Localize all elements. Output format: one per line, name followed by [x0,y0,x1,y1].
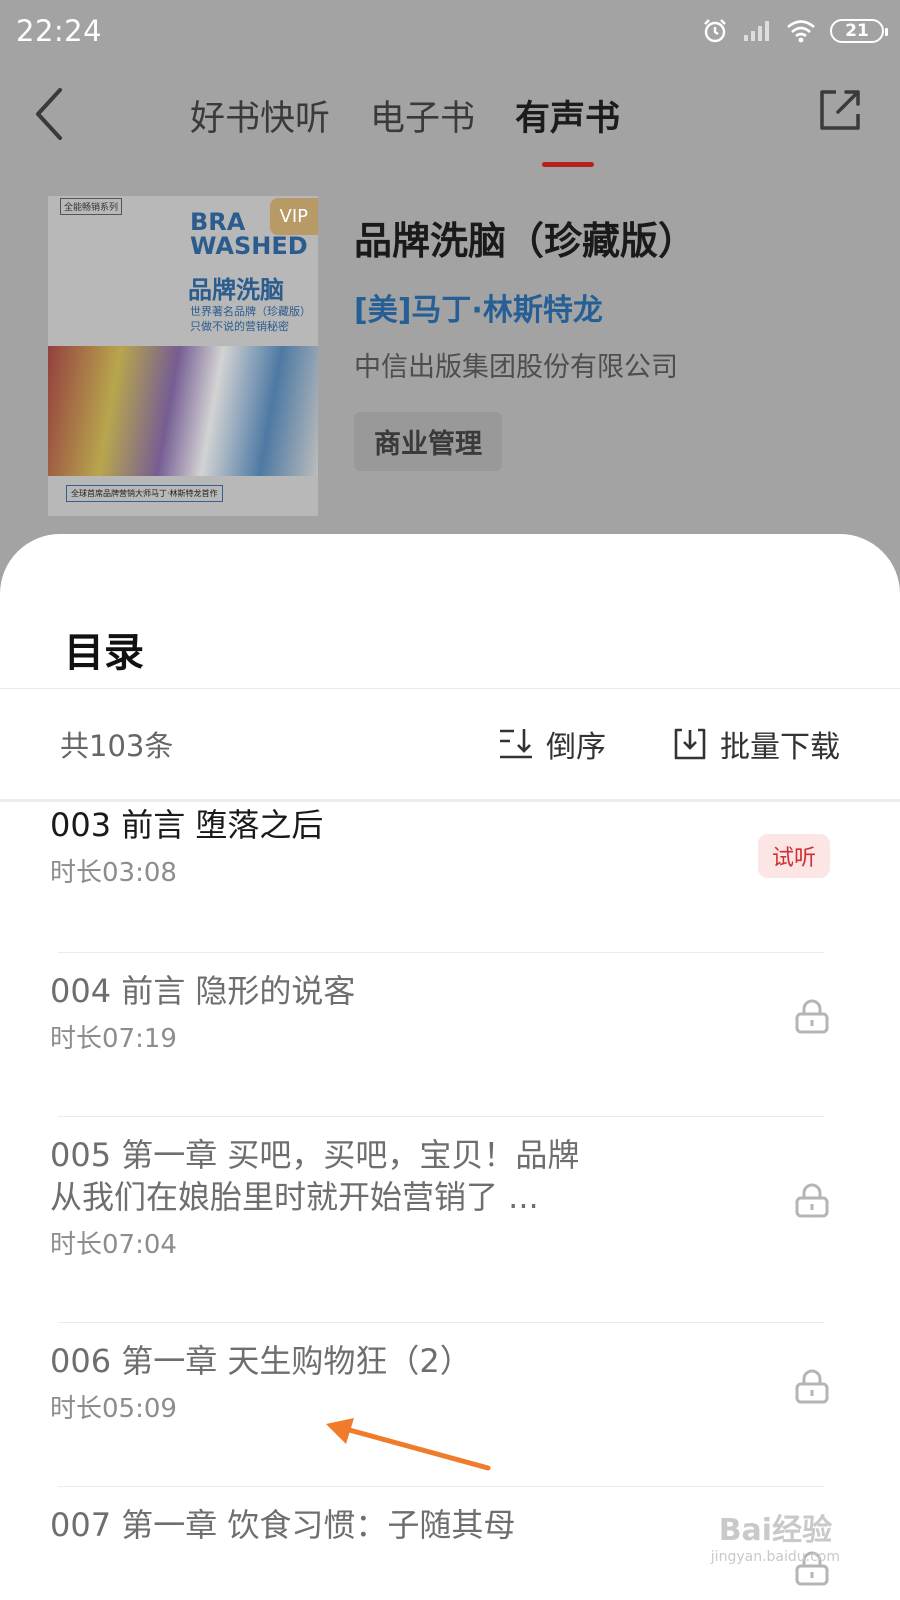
watermark: Bai经验 jingyan.baidu.com [710,1516,840,1570]
book-header: 全能畅销系列 BRA WASHED 品牌洗脑 世界著名品牌（珍藏版） 只做不说的… [48,196,880,526]
lock-icon [795,999,829,1034]
status-bar: 22:24 21 [0,0,900,62]
cover-subtitle-1: 世界著名品牌（珍藏版） [190,305,311,318]
catalog-toolbar: 共103条 倒序 批量下载 [0,689,900,799]
sort-label: 倒序 [546,730,606,765]
book-author[interactable]: [美]马丁·林斯特龙 [354,285,696,329]
status-icons: 21 [702,18,888,44]
list-item[interactable]: 003 前言 堕落之后 时长03:08 试听 [50,804,840,934]
chapter-title: 003 前言 堕落之后 [50,806,324,844]
alarm-icon [704,19,726,43]
book-cover: 全能畅销系列 BRA WASHED 品牌洗脑 世界著名品牌（珍藏版） 只做不说的… [48,196,318,516]
cover-blurb: 全球首席品牌营销大师马丁·林斯特龙首作 [66,485,223,502]
list-item[interactable]: 005 第一章 买吧，买吧，宝贝！品牌 从我们在娘胎里时就开始营销了 ... 时… [50,1134,840,1304]
tab-quick-listen[interactable]: 好书快听 [190,90,330,141]
divider [58,952,824,953]
status-time: 22:24 [16,14,103,48]
chapter-title-line-2: 从我们在娘胎里时就开始营销了 ... [50,1178,539,1216]
tab-audiobook[interactable]: 有声书 [515,90,620,167]
book-title: 品牌洗脑（珍藏版） [354,219,697,263]
vip-badge: VIP [269,198,318,235]
cover-subtitle: 世界著名品牌（珍藏版） 只做不说的营销秘密 [190,304,311,334]
book-info: 品牌洗脑（珍藏版） [美]马丁·林斯特龙 中信出版集团股份有限公司 商业管理 [354,210,696,471]
trial-badge: 试听 [757,834,830,878]
cover-subtitle-2: 只做不说的营销秘密 [190,320,289,333]
chapter-duration: 时长03:08 [50,858,177,888]
lock-icon [795,1183,829,1218]
watermark-sub: jingyan.baidu.com [710,1549,840,1565]
chapter-title: 006 第一章 天生购物狂（2） [50,1342,472,1380]
watermark-main: Bai经验 [718,1513,833,1548]
item-count: 共103条 [60,729,174,763]
catalog-heading: 目录 [64,630,144,676]
share-icon[interactable] [816,86,864,134]
cover-title-cn: 品牌洗脑 [188,276,284,304]
book-publisher: 中信出版集团股份有限公司 [354,352,678,383]
wifi-icon [787,20,815,43]
batch-download-button[interactable]: 批量下载 [672,722,840,766]
top-navigation: 好书快听 电子书 有声书 [0,76,900,167]
download-label: 批量下载 [720,730,840,765]
divider [58,1116,824,1117]
tab-bar: 好书快听 电子书 有声书 [190,90,620,167]
signal-icon [744,21,769,41]
tab-ebook[interactable]: 电子书 [370,90,475,141]
divider [58,1322,824,1323]
chapter-duration: 时长07:19 [50,1024,177,1054]
cover-series-label: 全能畅销系列 [60,198,123,215]
divider [58,1486,824,1487]
list-item[interactable]: 004 前言 隐形的说客 时长07:19 [50,970,840,1100]
category-tag[interactable]: 商业管理 [354,412,502,471]
chapter-duration: 时长07:04 [50,1230,177,1260]
back-arrow-icon[interactable] [30,86,70,142]
lock-icon [795,1369,829,1404]
download-icon [674,728,706,760]
chapter-title-line-1: 005 第一章 买吧，买吧，宝贝！品牌 [50,1136,580,1174]
divider [0,799,900,802]
annotation-arrow-icon [326,1418,491,1471]
chapter-title: 004 前言 隐形的说客 [50,972,356,1010]
battery-indicator: 21 [830,19,888,43]
sort-icon [500,729,532,759]
cover-paint-art [48,346,318,476]
sort-button[interactable]: 倒序 [498,722,606,766]
